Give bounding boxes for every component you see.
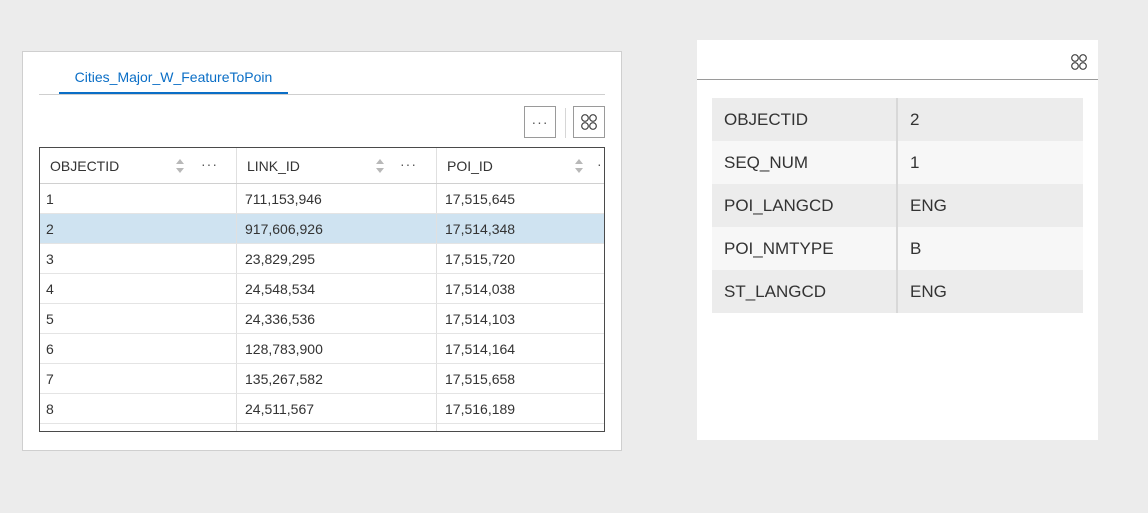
cell-objectid: 4 [40, 274, 237, 303]
table-tab-bar: Cities_Major_W_FeatureToPoin [39, 52, 605, 95]
attribute-row: POI_NMTYPE B [712, 227, 1083, 270]
cell-link-id: 24,548,534 [237, 274, 437, 303]
column-header-poi-id[interactable]: POI_ID ··· [437, 148, 604, 183]
attribute-value: B [910, 238, 922, 258]
feature-info-panel: OBJECTID 2 SEQ_NUM 1 POI_LANGCD ENG POI_… [697, 40, 1098, 440]
column-menu-icon[interactable]: ··· [201, 157, 218, 171]
table-row[interactable]: 5 24,336,536 17,514,103 [40, 304, 604, 334]
table-row[interactable]: 8 24,511,567 17,516,189 [40, 394, 604, 424]
attribute-value: 1 [910, 152, 920, 172]
column-header-link-id[interactable]: LINK_ID ··· [237, 148, 437, 183]
cell-link-id: 128,783,900 [237, 334, 437, 363]
attribute-key: ST_LANGCD [712, 270, 898, 313]
sort-arrows-icon[interactable] [175, 158, 185, 174]
cell-poi-id: 17,514,164 [445, 340, 516, 357]
feature-attribute-table: OBJECTID 2 SEQ_NUM 1 POI_LANGCD ENG POI_… [712, 98, 1083, 313]
more-horizontal-icon: ··· [531, 114, 549, 130]
cell-poi-id: 17,515,645 [445, 190, 516, 207]
cell-link-id: 711,153,946 [237, 184, 437, 213]
cell-poi-id [437, 424, 604, 431]
attribute-table-grid: OBJECTID ··· LINK_ID ··· POI_ID ··· [39, 147, 605, 432]
cell-poi-id: 17,514,038 [445, 280, 516, 297]
cell-poi-id: 17,516,189 [445, 400, 516, 417]
attribute-row: SEQ_NUM 1 [712, 141, 1083, 184]
table-row-partial[interactable] [40, 424, 604, 431]
cell-link-id: 23,829,295 [237, 244, 437, 273]
table-header-row: OBJECTID ··· LINK_ID ··· POI_ID ··· [40, 148, 604, 184]
table-widget: Cities_Major_W_FeatureToPoin ··· OBJECTI… [22, 51, 622, 451]
table-row[interactable]: 6 128,783,900 17,514,164 [40, 334, 604, 364]
attribute-key: POI_NMTYPE [712, 227, 898, 270]
table-row[interactable]: 3 23,829,295 17,515,720 [40, 244, 604, 274]
cell-objectid [40, 424, 237, 431]
feature-info-toolbar [697, 40, 1098, 80]
cell-link-id: 135,267,582 [237, 364, 437, 393]
cell-link-id: 24,511,567 [237, 394, 437, 423]
column-menu-icon[interactable]: ··· [597, 157, 604, 171]
attribute-key: POI_LANGCD [712, 184, 898, 227]
attribute-value: ENG [910, 195, 947, 215]
cell-link-id [237, 424, 437, 431]
table-more-options-button[interactable]: ··· [524, 106, 556, 138]
attribute-value: 2 [910, 109, 920, 129]
cell-poi-id: 17,515,720 [445, 250, 516, 267]
sort-arrows-icon[interactable] [375, 158, 385, 174]
grid-view-icon[interactable] [1070, 53, 1088, 71]
attribute-row: ST_LANGCD ENG [712, 270, 1083, 313]
table-row[interactable]: 4 24,548,534 17,514,038 [40, 274, 604, 304]
table-row[interactable]: 1 711,153,946 17,515,645 [40, 184, 604, 214]
tab-cities-major[interactable]: Cities_Major_W_FeatureToPoin [59, 52, 288, 94]
cell-objectid: 2 [40, 214, 237, 243]
column-header-objectid[interactable]: OBJECTID ··· [40, 148, 237, 183]
grid-view-icon [581, 114, 597, 130]
cell-objectid: 8 [40, 394, 237, 423]
cell-poi-id: 17,515,658 [445, 370, 516, 387]
attribute-value: ENG [910, 281, 947, 301]
cell-objectid: 3 [40, 244, 237, 273]
table-grid-view-button[interactable] [573, 106, 605, 138]
cell-objectid: 1 [40, 184, 237, 213]
cell-poi-id: 17,514,103 [445, 310, 516, 327]
sort-arrows-icon[interactable] [574, 158, 584, 174]
attribute-key: OBJECTID [712, 98, 898, 141]
table-row[interactable]: 7 135,267,582 17,515,658 [40, 364, 604, 394]
attribute-key: SEQ_NUM [712, 141, 898, 184]
cell-objectid: 5 [40, 304, 237, 333]
column-menu-icon[interactable]: ··· [400, 157, 417, 171]
attribute-row: POI_LANGCD ENG [712, 184, 1083, 227]
cell-objectid: 6 [40, 334, 237, 363]
cell-link-id: 917,606,926 [237, 214, 437, 243]
toolbar-divider [565, 108, 566, 138]
cell-link-id: 24,336,536 [237, 304, 437, 333]
attribute-row: OBJECTID 2 [712, 98, 1083, 141]
cell-poi-id: 17,514,348 [445, 220, 516, 237]
table-row-selected[interactable]: 2 917,606,926 17,514,348 [40, 214, 604, 244]
cell-objectid: 7 [40, 364, 237, 393]
